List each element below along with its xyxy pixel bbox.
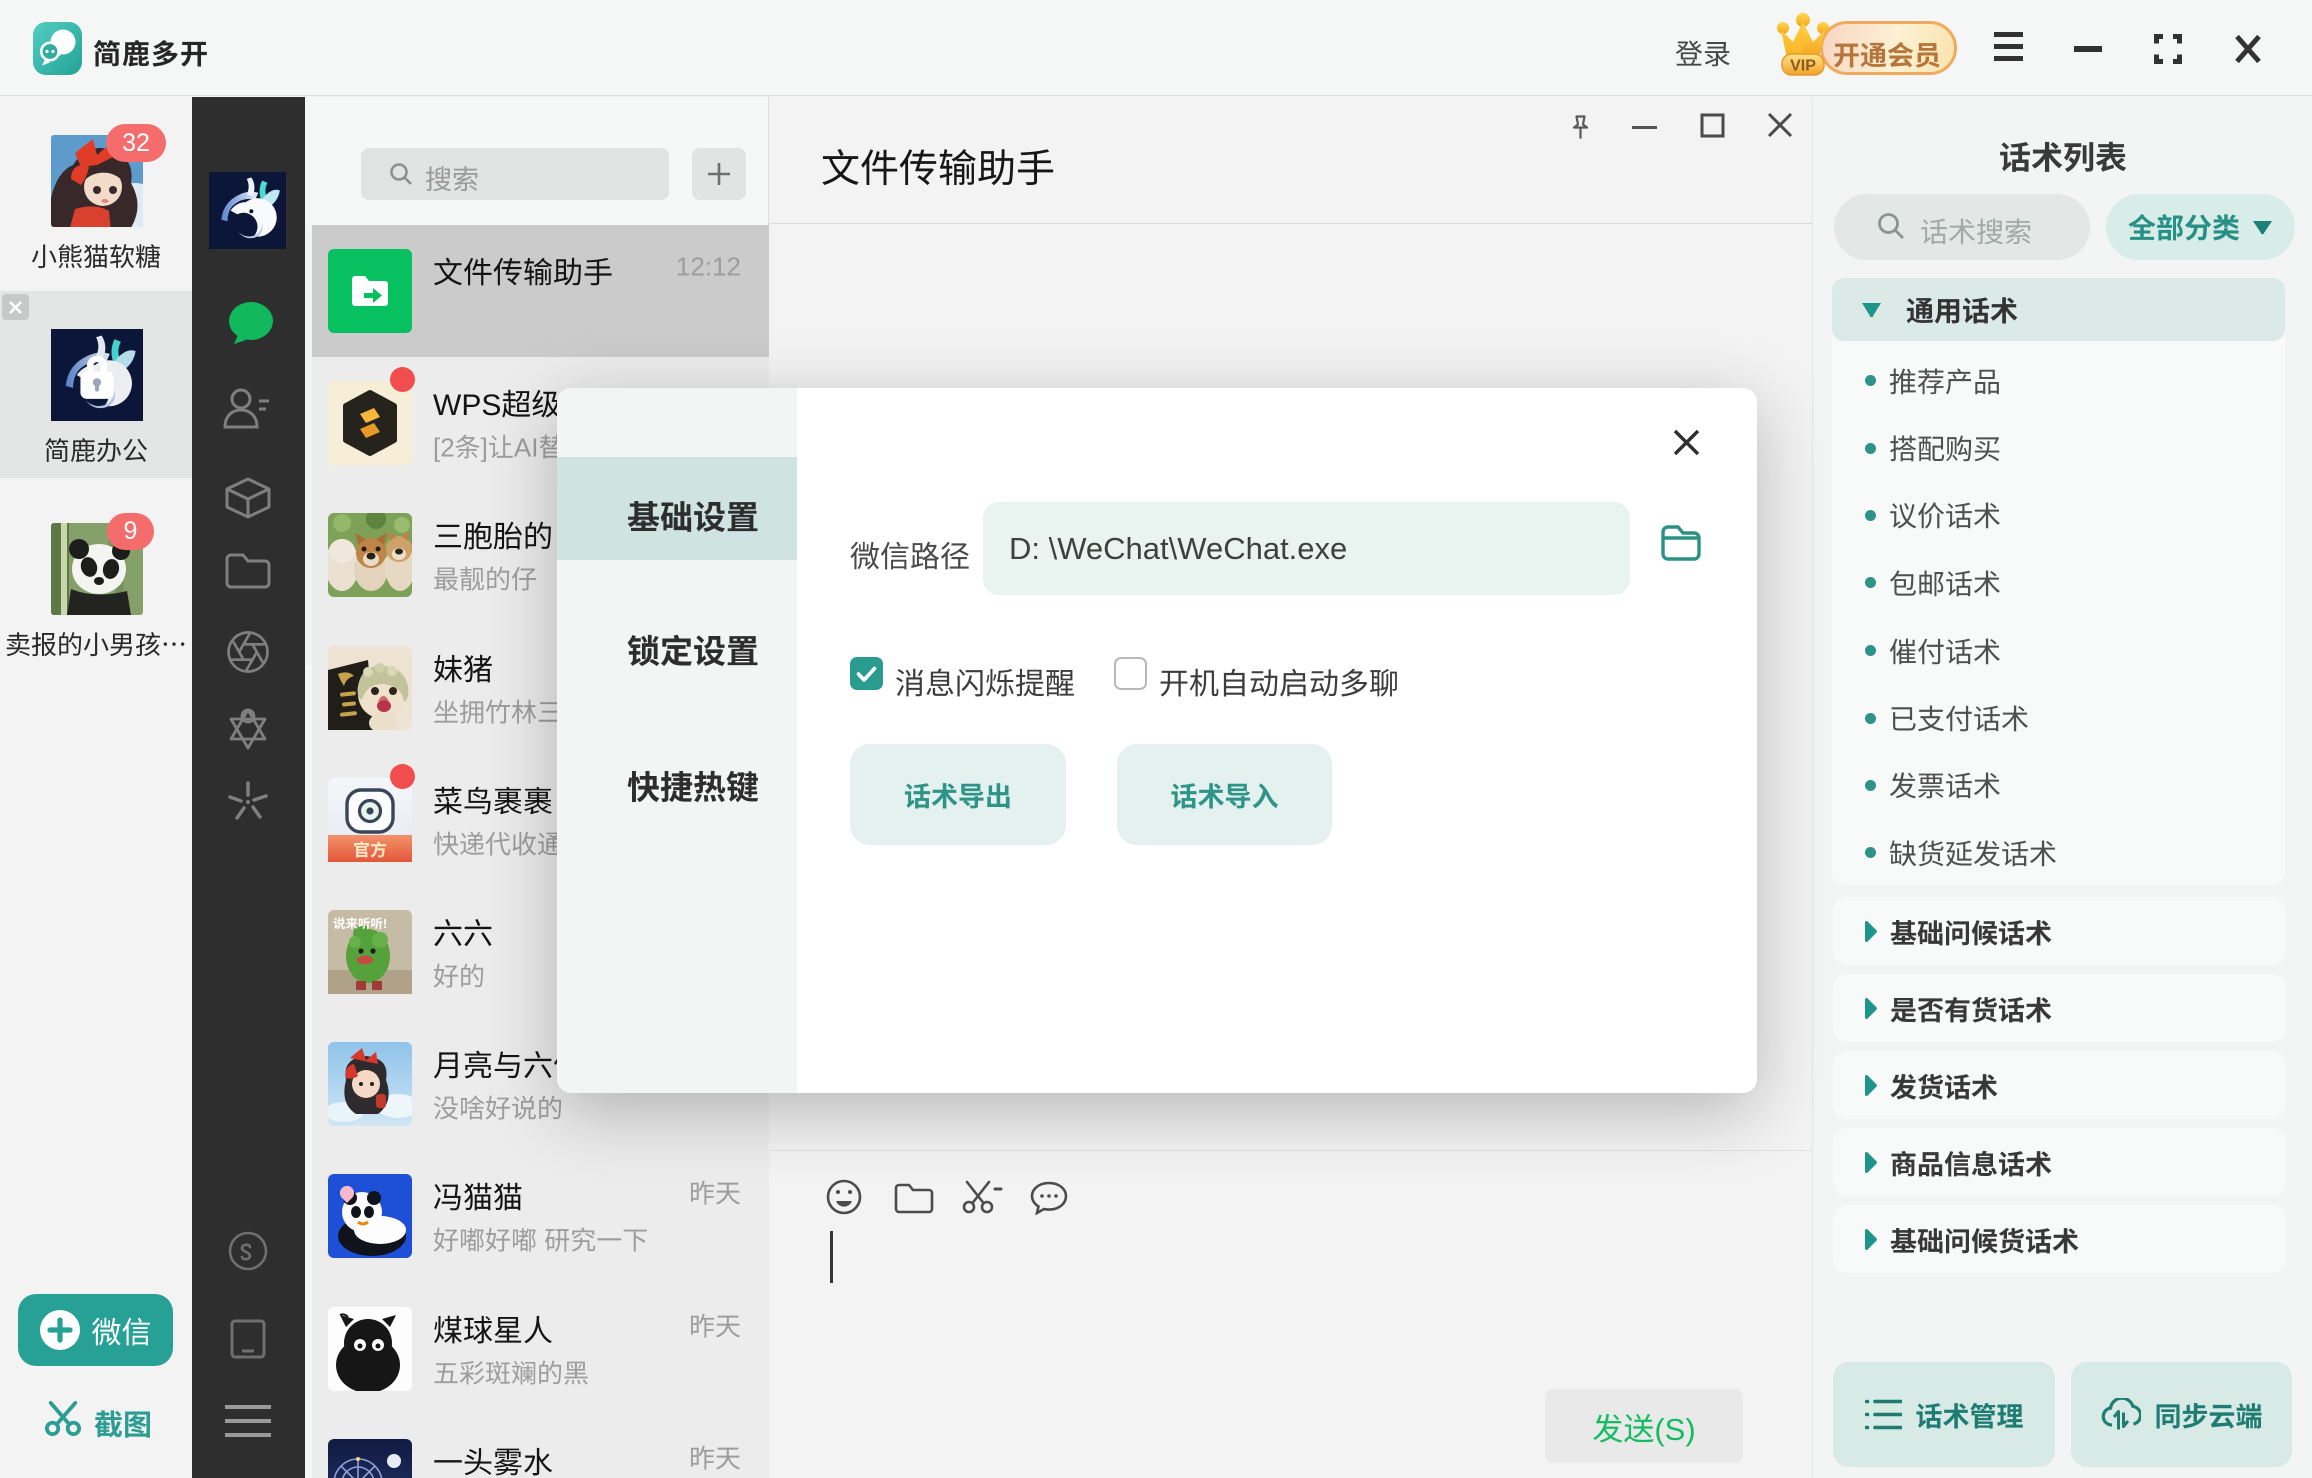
svg-text:说来听听!: 说来听听! — [333, 917, 387, 931]
svg-text:官方: 官方 — [353, 841, 387, 860]
svg-text:VIP: VIP — [1790, 58, 1816, 75]
